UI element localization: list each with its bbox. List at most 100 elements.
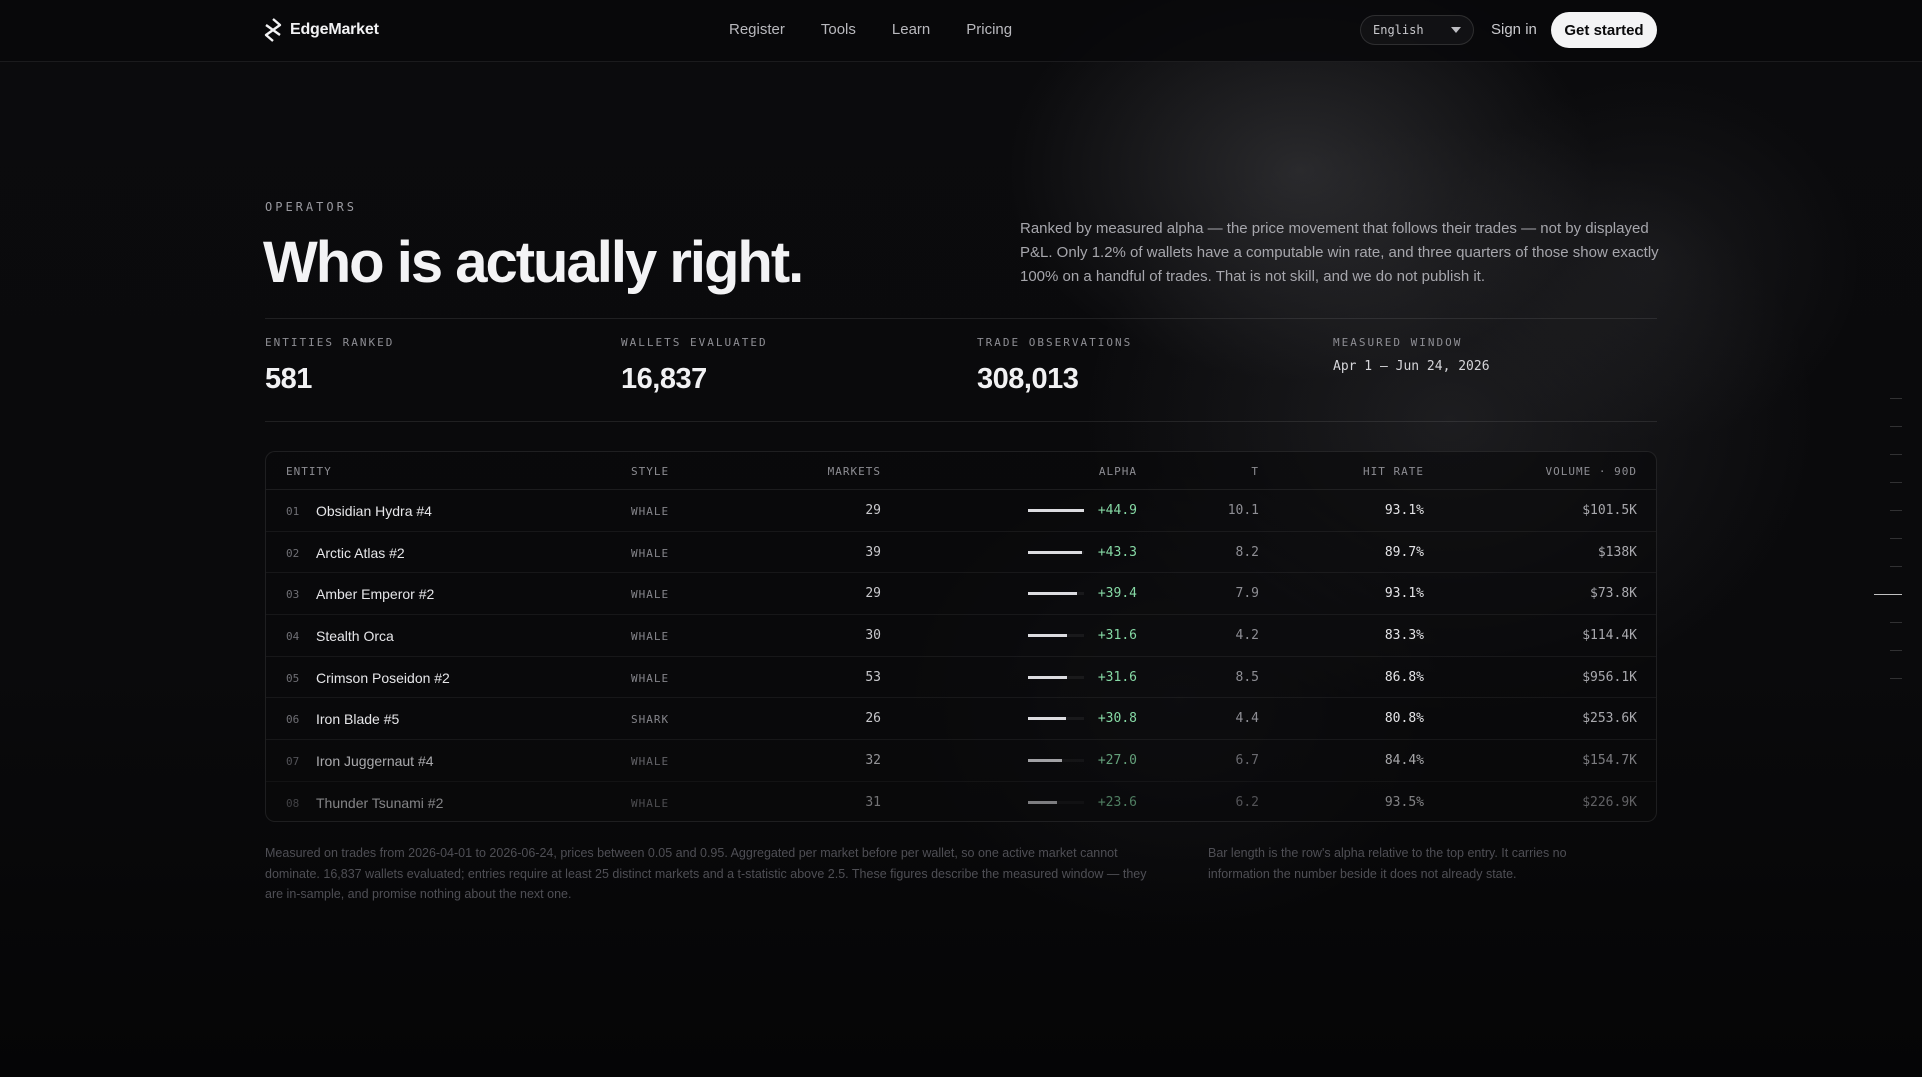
hit-rate-value: 84.4%	[1384, 753, 1424, 769]
t-stat-value: 8.2	[1235, 544, 1259, 560]
stat-label: ENTITIES RANKED	[265, 336, 395, 349]
top-nav: EdgeMarket Register Tools Learn Pricing …	[0, 0, 1922, 62]
row-rank: 04	[286, 630, 300, 644]
style-badge: WHALE	[631, 546, 670, 560]
brand-logo[interactable]: EdgeMarket	[264, 18, 379, 42]
alpha-bar-track	[1028, 634, 1084, 638]
section-eyebrow: OPERATORS	[265, 200, 358, 214]
alpha-value: +44.9	[1097, 503, 1137, 518]
scroll-tick[interactable]	[1890, 538, 1902, 539]
brand-name: EdgeMarket	[290, 21, 379, 38]
column-header-entity[interactable]: ENTITY	[286, 465, 332, 478]
sign-in-link[interactable]: Sign in	[1491, 21, 1537, 38]
scroll-tick[interactable]	[1890, 454, 1902, 455]
scroll-tick[interactable]	[1890, 622, 1902, 623]
table-row[interactable]: 07 Iron Juggernaut #4 WHALE 32 +27.0 6.7 84.4%…	[266, 740, 1656, 782]
nav-link-pricing[interactable]: Pricing	[966, 21, 1012, 38]
column-header-style[interactable]: STYLE	[631, 465, 669, 478]
entity-name[interactable]: Iron Blade #5	[316, 711, 399, 727]
t-stat-value: 6.7	[1235, 753, 1259, 769]
language-select[interactable]: English	[1360, 15, 1474, 45]
alpha-bar	[1028, 592, 1078, 596]
alpha-bar	[1028, 759, 1062, 763]
table-row[interactable]: 02 Arctic Atlas #2 WHALE 39 +43.3 8.2 89.7% $13…	[266, 532, 1656, 574]
table-row[interactable]: 01 Obsidian Hydra #4 WHALE 29 +44.9 10.1 93.1%…	[266, 490, 1656, 532]
chevron-down-icon	[1451, 27, 1461, 33]
entity-name[interactable]: Stealth Orca	[316, 628, 394, 644]
alpha-bar	[1028, 509, 1084, 512]
column-header-volume[interactable]: VOLUME · 90D	[1546, 465, 1637, 478]
t-stat-value: 7.9	[1235, 586, 1259, 602]
table-row[interactable]: 04 Stealth Orca WHALE 30 +31.6 4.2 83.3% $114.4…	[266, 615, 1656, 657]
hit-rate-value: 83.3%	[1384, 628, 1424, 644]
t-stat-value: 6.2	[1235, 794, 1259, 810]
bar-explanation-note: Bar length is the row's alpha relative t…	[1208, 846, 1567, 881]
column-header-hit-rate[interactable]: HIT RATE	[1363, 465, 1424, 478]
hit-rate-value: 93.1%	[1384, 586, 1424, 602]
markets-value: 29	[865, 586, 881, 602]
column-header-markets[interactable]: MARKETS	[828, 465, 881, 478]
alpha-value: +27.0	[1097, 753, 1137, 769]
stat-value: 308,013	[977, 363, 1079, 395]
alpha-bar-track	[1028, 509, 1084, 512]
alpha-bar-track	[1028, 759, 1084, 763]
logo-mark-icon	[264, 18, 282, 42]
entity-name[interactable]: Arctic Atlas #2	[316, 545, 405, 561]
scroll-tick[interactable]	[1890, 482, 1902, 483]
nav-link-tools[interactable]: Tools	[821, 21, 856, 38]
stat-trade-observations: TRADE OBSERVATIONS 308,013	[977, 336, 1132, 396]
hit-rate-value: 86.8%	[1384, 669, 1424, 685]
volume-value: $226.9K	[1582, 794, 1637, 810]
entity-name[interactable]: Crimson Poseidon #2	[316, 670, 450, 686]
scroll-tick[interactable]	[1890, 566, 1902, 567]
entity-name[interactable]: Obsidian Hydra #4	[316, 503, 432, 519]
style-badge: WHALE	[631, 588, 670, 602]
volume-value: $73.8K	[1590, 586, 1637, 602]
markets-value: 29	[865, 503, 881, 518]
entity-name[interactable]: Thunder Tsunami #2	[316, 795, 443, 811]
nav-link-learn[interactable]: Learn	[892, 21, 930, 38]
row-rank: 03	[286, 588, 300, 602]
scroll-tick[interactable]	[1890, 678, 1902, 679]
entity-name[interactable]: Iron Juggernaut #4	[316, 753, 434, 769]
scroll-tick[interactable]	[1890, 650, 1902, 651]
scroll-tick[interactable]	[1890, 398, 1902, 399]
table-row[interactable]: 05 Crimson Poseidon #2 WHALE 53 +31.6 8.5 86.8…	[266, 657, 1656, 699]
stat-label: WALLETS EVALUATED	[621, 336, 768, 349]
nav-link-register[interactable]: Register	[729, 21, 785, 38]
alpha-bar	[1028, 717, 1067, 721]
alpha-bar	[1028, 800, 1058, 804]
table-row[interactable]: 08 Thunder Tsunami #2 WHALE 31 +23.6 6.2 93.5%…	[266, 782, 1656, 821]
row-rank: 08	[286, 796, 300, 810]
t-stat-value: 8.5	[1235, 669, 1259, 685]
divider	[265, 318, 1657, 319]
stat-wallets-evaluated: WALLETS EVALUATED 16,837	[621, 336, 768, 396]
page: EdgeMarket Register Tools Learn Pricing …	[0, 0, 1922, 1077]
column-header-alpha[interactable]: ALPHA	[1099, 465, 1137, 478]
volume-value: $114.4K	[1582, 628, 1637, 644]
table-row[interactable]: 03 Amber Emperor #2 WHALE 29 +39.4 7.9 93.1% $7…	[266, 573, 1656, 616]
row-rank: 06	[286, 713, 300, 727]
style-badge: WHALE	[631, 796, 670, 810]
scroll-tick[interactable]	[1890, 426, 1902, 427]
nav-links: Register Tools Learn Pricing	[729, 21, 1012, 38]
style-badge: WHALE	[631, 505, 670, 518]
volume-value: $101.5K	[1582, 503, 1637, 518]
markets-value: 53	[865, 669, 881, 685]
table-row[interactable]: 06 Iron Blade #5 SHARK 26 +30.8 4.4 80.8% $253.…	[266, 698, 1656, 741]
scroll-tick[interactable]	[1890, 510, 1902, 511]
alpha-value: +31.6	[1097, 669, 1137, 685]
get-started-button[interactable]: Get started	[1551, 12, 1657, 48]
column-header-t[interactable]: T	[1251, 465, 1259, 478]
style-badge: WHALE	[631, 755, 670, 769]
alpha-bar-track	[1028, 800, 1084, 804]
entity-name[interactable]: Amber Emperor #2	[316, 586, 434, 602]
t-stat-value: 4.4	[1235, 711, 1259, 727]
stat-value: 16,837	[621, 363, 707, 395]
markets-value: 32	[865, 753, 881, 769]
scroll-tick[interactable]	[1874, 594, 1902, 595]
alpha-value: +23.6	[1097, 794, 1137, 810]
style-badge: SHARK	[631, 713, 670, 727]
alpha-value: +30.8	[1097, 711, 1137, 727]
page-title: Who is actually right.	[263, 230, 804, 295]
